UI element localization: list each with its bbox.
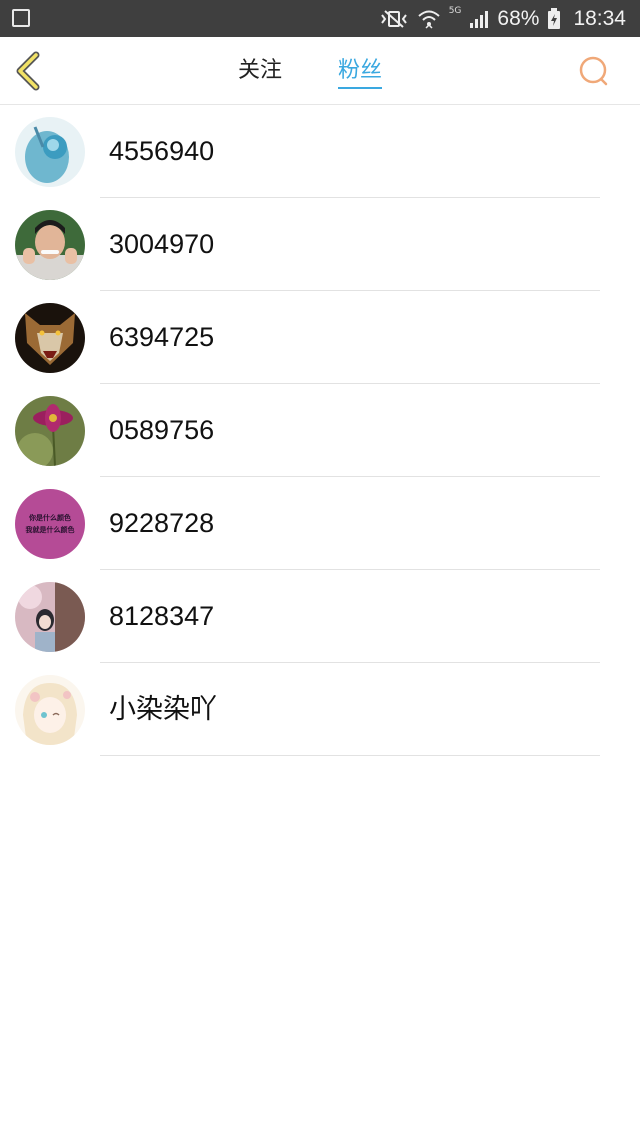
top-nav-bar: 关注 粉丝 xyxy=(0,37,640,105)
gallery-notification-icon xyxy=(12,9,30,27)
chevron-left-icon xyxy=(16,51,40,91)
tab-fans-label: 粉丝 xyxy=(338,58,383,83)
clock: 18:34 xyxy=(573,7,626,30)
fan-name: 小染染吖 xyxy=(109,694,217,724)
battery-percent: 68% xyxy=(497,7,540,30)
status-icons: 5G 68% 18:34 xyxy=(379,0,626,37)
blue-flower-avatar[interactable] xyxy=(15,117,85,187)
fan-name: 0589756 xyxy=(109,415,215,445)
purple-flower-avatar[interactable] xyxy=(15,396,85,466)
avatar-caption-line: 我就是什么颜色 xyxy=(25,525,75,534)
avatar-caption-line: 你是什么颜色 xyxy=(29,513,71,522)
man-photo-avatar[interactable] xyxy=(15,210,85,280)
girl-photo-avatar[interactable] xyxy=(15,582,85,652)
back-button[interactable] xyxy=(12,51,48,91)
search-button[interactable] xyxy=(576,53,612,89)
signal-icon xyxy=(470,10,489,28)
network-type-label: 5G xyxy=(448,6,462,16)
fan-name: 6394725 xyxy=(109,322,215,352)
wolf-avatar[interactable] xyxy=(15,303,85,373)
fan-name: 9228728 xyxy=(109,508,215,538)
list-item[interactable]: 6394725 xyxy=(0,291,640,384)
divider xyxy=(100,755,600,756)
anime-girl-avatar[interactable] xyxy=(15,675,85,745)
battery-charging-icon xyxy=(548,7,561,29)
list-item[interactable]: 3004970 xyxy=(0,198,640,291)
status-bar: 5G 68% 18:34 xyxy=(0,0,640,37)
wifi-icon xyxy=(418,10,440,29)
list-item[interactable]: 4556940 xyxy=(0,105,640,198)
fan-name: 4556940 xyxy=(109,136,215,166)
list-item[interactable]: 8128347 xyxy=(0,570,640,663)
list-item[interactable]: 你是什么颜色 我就是什么颜色 9228728 xyxy=(0,477,640,570)
search-icon xyxy=(579,56,608,86)
fan-name: 8128347 xyxy=(109,601,215,631)
list-item[interactable]: 0589756 xyxy=(0,384,640,477)
active-tab-indicator xyxy=(338,87,383,89)
tab-fans[interactable]: 粉丝 xyxy=(338,37,383,104)
tab-following[interactable]: 关注 xyxy=(238,37,282,104)
pink-text-avatar[interactable]: 你是什么颜色 我就是什么颜色 xyxy=(15,489,85,559)
list-item[interactable]: 小染染吖 xyxy=(0,663,640,756)
tab-following-label: 关注 xyxy=(238,58,283,83)
vibrate-mute-icon xyxy=(380,9,407,28)
fan-name: 3004970 xyxy=(109,229,215,259)
fans-list: 4556940 3004970 6394725 0589756 你是什么颜色 我… xyxy=(0,105,640,756)
